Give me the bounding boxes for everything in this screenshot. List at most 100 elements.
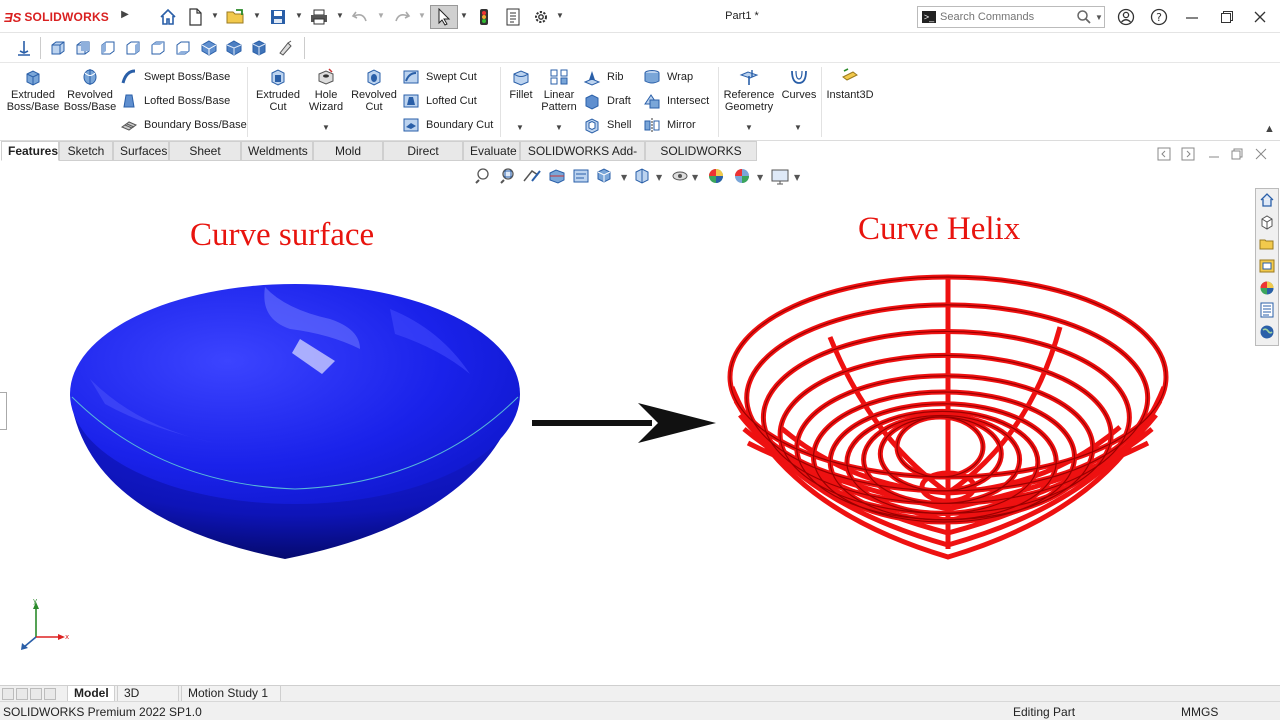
ribbon-collapse-icon[interactable]: ▲ [1264,123,1275,135]
extruded-boss-button[interactable]: Extruded Boss/Base [6,67,60,113]
curve-helix-basket-model[interactable] [720,257,1180,577]
previous-view-arrow-icon[interactable] [523,169,541,182]
mirror-button[interactable]: Mirror [643,115,696,135]
minimize-window-icon[interactable] [1181,6,1203,28]
search-commands-input[interactable] [940,9,1070,25]
tab-scroll-first-icon[interactable] [2,688,14,700]
linear-pattern-dropdown-icon[interactable]: ▼ [555,123,563,132]
help-icon[interactable]: ? [1148,6,1170,28]
edit-appearance-icon[interactable] [709,169,723,183]
doc-close-icon[interactable] [1254,147,1270,163]
view-settings-monitor-icon[interactable] [771,169,789,185]
doc-restore-icon[interactable] [1230,147,1246,163]
rebuild-traffic-light-icon[interactable] [473,6,495,28]
save-dropdown-icon[interactable]: ▼ [295,12,303,20]
hole-wizard-dropdown-icon[interactable]: ▼ [322,123,330,132]
doc-minimize-icon[interactable] [1207,147,1223,163]
tab-sketch[interactable]: Sketch [59,141,113,161]
options-dropdown-icon[interactable]: ▼ [556,12,564,20]
tab-sheet-metal[interactable]: Sheet Metal [169,141,241,177]
home-icon[interactable] [157,6,179,28]
curve-surface-bowl-model[interactable] [60,279,530,569]
view-palette-icon[interactable] [1256,255,1278,277]
new-document-icon[interactable] [184,6,206,28]
reference-plane-icon[interactable] [13,37,35,59]
tab-motion-study-1[interactable]: Motion Study 1 [181,686,281,702]
new-dropdown-icon[interactable]: ▼ [211,12,219,20]
open-folder-icon[interactable] [225,6,247,28]
swept-cut-button[interactable]: Swept Cut [402,67,477,87]
tab-direct-editing[interactable]: Direct Editing [383,141,463,177]
apply-scene-dropdown-icon[interactable]: ▼ [757,173,764,182]
view-settings-dropdown-icon[interactable]: ▼ [794,173,801,182]
draft-button[interactable]: Draft [583,91,631,111]
fillet-dropdown-icon[interactable]: ▼ [516,123,524,132]
file-explorer-icon[interactable] [1256,233,1278,255]
tab-mold-tools[interactable]: Mold Tools [313,141,383,177]
dynamic-annotation-icon[interactable] [573,169,589,183]
undo-dropdown-icon[interactable]: ▼ [377,12,385,20]
zoom-to-area-icon[interactable] [500,168,514,184]
redo-dropdown-icon[interactable]: ▼ [418,12,426,20]
previous-view-icon[interactable] [1157,147,1173,163]
print-icon[interactable] [308,6,330,28]
tab-surfaces[interactable]: Surfaces [113,141,169,161]
appearances-scenes-icon[interactable] [1256,277,1278,299]
instant3d-button[interactable]: Instant3D [824,67,876,101]
status-units[interactable]: MMGS [1181,705,1218,719]
tab-features[interactable]: Features [1,141,59,161]
normal-to-icon[interactable] [274,37,296,59]
reference-geometry-button[interactable]: Reference Geometry [722,67,776,113]
section-view-icon[interactable] [549,169,565,184]
graphics-area[interactable]: ▼ ▼ ▼ ▼ ▼ Curve surface Curve Helix y x [0,147,1280,685]
save-icon[interactable] [267,6,289,28]
file-properties-icon[interactable] [502,6,524,28]
restore-window-icon[interactable] [1216,6,1238,28]
view-left-icon[interactable] [97,37,119,59]
linear-pattern-button[interactable]: Linear Pattern [539,67,579,113]
view-top-icon[interactable] [147,37,169,59]
next-view-icon[interactable] [1181,147,1197,163]
menu-expand-icon[interactable]: ▶ [121,10,129,20]
revolved-boss-button[interactable]: Revolved Boss/Base [62,67,118,113]
view-back-icon[interactable] [72,37,94,59]
close-window-icon[interactable] [1249,6,1271,28]
lofted-cut-button[interactable]: Lofted Cut [402,91,477,111]
display-style-icon[interactable] [635,168,649,184]
fillet-button[interactable]: Fillet [505,67,537,101]
intersect-button[interactable]: Intersect [643,91,709,111]
print-dropdown-icon[interactable]: ▼ [336,12,344,20]
tab-scroll-last-icon[interactable] [44,688,56,700]
shell-button[interactable]: Shell [583,115,631,135]
solidworks-logo[interactable]: ƎS SOLIDWORKS [4,9,109,25]
curves-dropdown-icon[interactable]: ▼ [794,123,802,132]
tab-evaluate[interactable]: Evaluate [463,141,520,161]
user-account-icon[interactable] [1115,6,1137,28]
hole-wizard-button[interactable]: Hole Wizard [304,67,348,113]
view-right-icon[interactable] [122,37,144,59]
feature-manager-expand-handle[interactable] [0,392,7,430]
solidworks-resources-home-icon[interactable] [1256,189,1278,211]
open-dropdown-icon[interactable]: ▼ [253,12,261,20]
custom-properties-icon[interactable] [1256,299,1278,321]
boundary-cut-button[interactable]: Boundary Cut [402,115,493,135]
tab-scroll-next-icon[interactable] [30,688,42,700]
select-dropdown-icon[interactable]: ▼ [460,12,468,20]
design-library-icon[interactable] [1256,211,1278,233]
options-gear-icon[interactable] [530,6,552,28]
view-orientation-dropdown-icon[interactable]: ▼ [621,173,628,182]
zoom-to-fit-icon[interactable] [475,168,489,184]
solidworks-forum-globe-icon[interactable] [1256,321,1278,343]
reference-geometry-dropdown-icon[interactable]: ▼ [745,123,753,132]
hide-show-items-icon[interactable] [672,171,688,181]
swept-boss-button[interactable]: Swept Boss/Base [120,67,230,87]
tab-solidworks-cam[interactable]: SOLIDWORKS CAM [645,141,757,177]
redo-icon[interactable] [391,6,413,28]
view-trimetric-icon[interactable] [223,37,245,59]
curves-button[interactable]: Curves [780,67,818,101]
view-front-icon[interactable] [47,37,69,59]
tab-scroll-prev-icon[interactable] [16,688,28,700]
lofted-boss-button[interactable]: Lofted Boss/Base [120,91,230,111]
view-bottom-icon[interactable] [172,37,194,59]
tab-solidworks-add-ins[interactable]: SOLIDWORKS Add-Ins [520,141,645,177]
